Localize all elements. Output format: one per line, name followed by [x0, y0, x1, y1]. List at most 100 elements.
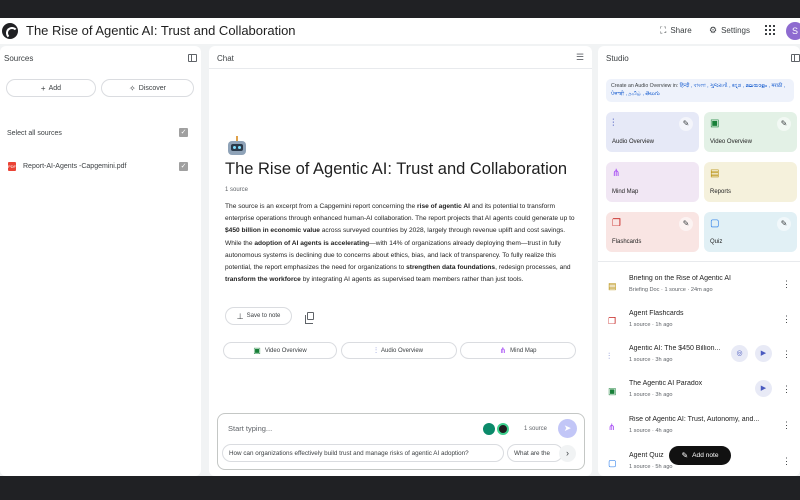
mind-map-tile[interactable]: ⋔ Mind Map	[606, 162, 699, 202]
note-item[interactable]: ❐ Agent Flashcards 1 source · 1h ago ⋮	[608, 310, 794, 338]
studio-panel: Studio Create an Audio Overview in: हिन्…	[598, 46, 800, 476]
send-arrow-icon: ➤	[563, 423, 572, 433]
add-source-button[interactable]: + Add	[6, 79, 96, 97]
discover-button[interactable]: ✧ Discover	[101, 79, 194, 97]
tile-label: Flashcards	[612, 239, 642, 245]
mind-map-icon: ⋔	[608, 422, 616, 432]
pin-icon: ⊥	[236, 311, 244, 321]
avatar[interactable]: S	[786, 22, 800, 40]
chat-input-box[interactable]: Start typing... 1 source ➤ How can organ…	[217, 413, 585, 470]
gear-icon: ⚙	[709, 25, 718, 35]
note-title: The Agentic AI Paradox	[629, 380, 703, 387]
screen-top-bezel	[0, 0, 800, 18]
chat-title: Chat	[217, 54, 234, 63]
play-icon[interactable]: ▶	[755, 345, 772, 362]
play-icon[interactable]: ▶	[755, 380, 772, 397]
audio-waveform-icon: ⫶	[608, 351, 611, 361]
screen-bottom-bezel	[0, 476, 800, 500]
more-vert-icon[interactable]: ⋮	[782, 456, 791, 467]
note-meta: 1 source · 3h ago	[629, 357, 673, 363]
source-count: 1 source	[225, 187, 249, 193]
note-item[interactable]: ⋔ Rise of Agentic AI: Trust, Autonomy, a…	[608, 416, 794, 444]
top-bar: The Rise of Agentic AI: Trust and Collab…	[0, 18, 800, 44]
save-to-note-button[interactable]: ⊥ Save to note	[225, 307, 292, 325]
suggested-question[interactable]: How can organizations effectively build …	[222, 444, 504, 462]
sources-title: Sources	[4, 54, 34, 63]
chat-header-divider	[209, 68, 592, 69]
edit-pencil-icon[interactable]: ✎	[679, 117, 693, 131]
reports-icon: ▤	[710, 168, 720, 179]
note-item[interactable]: ⫶ Agentic AI: The $450 Billion... 1 sour…	[608, 345, 794, 373]
more-vert-icon[interactable]: ⋮	[782, 314, 791, 325]
studio-divider	[598, 261, 800, 262]
more-vert-icon[interactable]: ⋮	[782, 384, 791, 395]
note-title: Agent Flashcards	[629, 310, 684, 317]
notebook-title: The Rise of Agentic AI: Trust and Collab…	[225, 160, 568, 178]
note-item[interactable]: ▣ The Agentic AI Paradox 1 source · 3h a…	[608, 380, 794, 408]
note-meta: 1 source · 4h ago	[629, 428, 673, 434]
notebooklm-logo-icon[interactable]	[2, 23, 18, 39]
chat-input[interactable]: Start typing...	[228, 424, 272, 433]
chevron-right-icon[interactable]: ›	[559, 445, 576, 462]
select-all-checkbox[interactable]: ✓	[179, 128, 188, 137]
quiz-tile[interactable]: ▢ ✎ Quiz	[704, 212, 797, 252]
settings-button[interactable]: ⚙ Settings	[709, 25, 750, 36]
video-overview-chip[interactable]: ▣ Video Overview	[223, 342, 337, 359]
video-overview-tile[interactable]: ▣ ✎ Video Overview	[704, 112, 797, 152]
apps-grid-icon[interactable]	[765, 25, 775, 35]
note-meta: Briefing Doc · 1 source · 24m ago	[629, 287, 713, 293]
source-item-name[interactable]: Report-AI-Agents -Capgemini.pdf	[23, 163, 127, 170]
more-vert-icon[interactable]: ⋮	[782, 420, 791, 431]
video-icon: ▣	[608, 386, 617, 396]
reports-tile[interactable]: ▤ Reports	[704, 162, 797, 202]
collapse-panel-icon[interactable]	[791, 54, 800, 62]
notebook-app: The Rise of Agentic AI: Trust and Collab…	[0, 18, 800, 476]
edit-pencil-icon[interactable]: ✎	[679, 217, 693, 231]
audio-waveform-icon: ⫶	[612, 118, 615, 129]
discover-sparkle-icon: ✧	[129, 83, 136, 93]
save-to-note-label: Save to note	[246, 313, 281, 319]
banner-text: Create an Audio Overview in:	[611, 83, 680, 89]
note-title: Agentic AI: The $450 Billion...	[629, 345, 721, 352]
plus-icon: +	[40, 83, 46, 93]
collapse-panel-icon[interactable]	[188, 54, 197, 62]
tile-label: Reports	[710, 189, 732, 195]
video-icon: ▣	[253, 346, 261, 355]
audio-waveform-icon: ⫶	[374, 345, 377, 355]
share-button[interactable]: ⛶ Share	[660, 25, 692, 36]
more-vert-icon[interactable]: ⋮	[782, 279, 791, 290]
audio-overview-tile[interactable]: ⫶ ✎ Audio Overview	[606, 112, 699, 152]
interactive-mode-icon[interactable]: ◎	[731, 345, 748, 362]
source-item-checkbox[interactable]: ✓	[179, 162, 188, 171]
input-source-count: 1 source	[524, 426, 548, 432]
share-icon: ⛶	[660, 25, 667, 35]
audio-language-banner[interactable]: Create an Audio Overview in: हिन्दी , বা…	[606, 79, 794, 102]
chat-panel: Chat ☰ The Rise of Agentic AI: Trust and…	[209, 46, 592, 476]
extension-icon[interactable]	[497, 423, 509, 435]
edit-pencil-icon[interactable]: ✎	[777, 217, 791, 231]
mind-map-chip[interactable]: ⋔ Mind Map	[460, 342, 576, 359]
video-icon: ▣	[710, 118, 720, 129]
suggested-question[interactable]: What are the	[507, 444, 563, 462]
tile-label: Video Overview	[710, 139, 752, 145]
add-note-button[interactable]: ✎ Add note	[669, 446, 731, 465]
note-meta: 1 source · 1h ago	[629, 322, 673, 328]
page-title: The Rise of Agentic AI: Trust and Collab…	[26, 23, 296, 38]
copy-icon[interactable]	[305, 312, 314, 324]
send-button[interactable]: ➤	[558, 419, 577, 438]
tile-label: Quiz	[710, 239, 723, 245]
more-vert-icon[interactable]: ⋮	[782, 349, 791, 360]
grammar-assist-icon[interactable]	[483, 423, 495, 435]
audio-overview-chip-label: Audio Overview	[380, 347, 424, 354]
flashcards-tile[interactable]: ❐ ✎ Flashcards	[606, 212, 699, 252]
notebook-summary: The source is an excerpt from a Capgemin…	[225, 203, 575, 284]
studio-title: Studio	[606, 54, 629, 63]
chat-options-icon[interactable]: ☰	[576, 52, 584, 63]
tile-label: Audio Overview	[612, 139, 655, 145]
note-item[interactable]: ▤ Briefing on the Rise of Agentic AI Bri…	[608, 275, 794, 303]
settings-label: Settings	[721, 26, 750, 35]
pdf-icon: PDF	[8, 162, 16, 171]
sources-panel: Sources + Add ✧ Discover Select all sour…	[0, 46, 201, 476]
audio-overview-chip[interactable]: ⫶ Audio Overview	[341, 342, 457, 359]
edit-pencil-icon[interactable]: ✎	[777, 117, 791, 131]
